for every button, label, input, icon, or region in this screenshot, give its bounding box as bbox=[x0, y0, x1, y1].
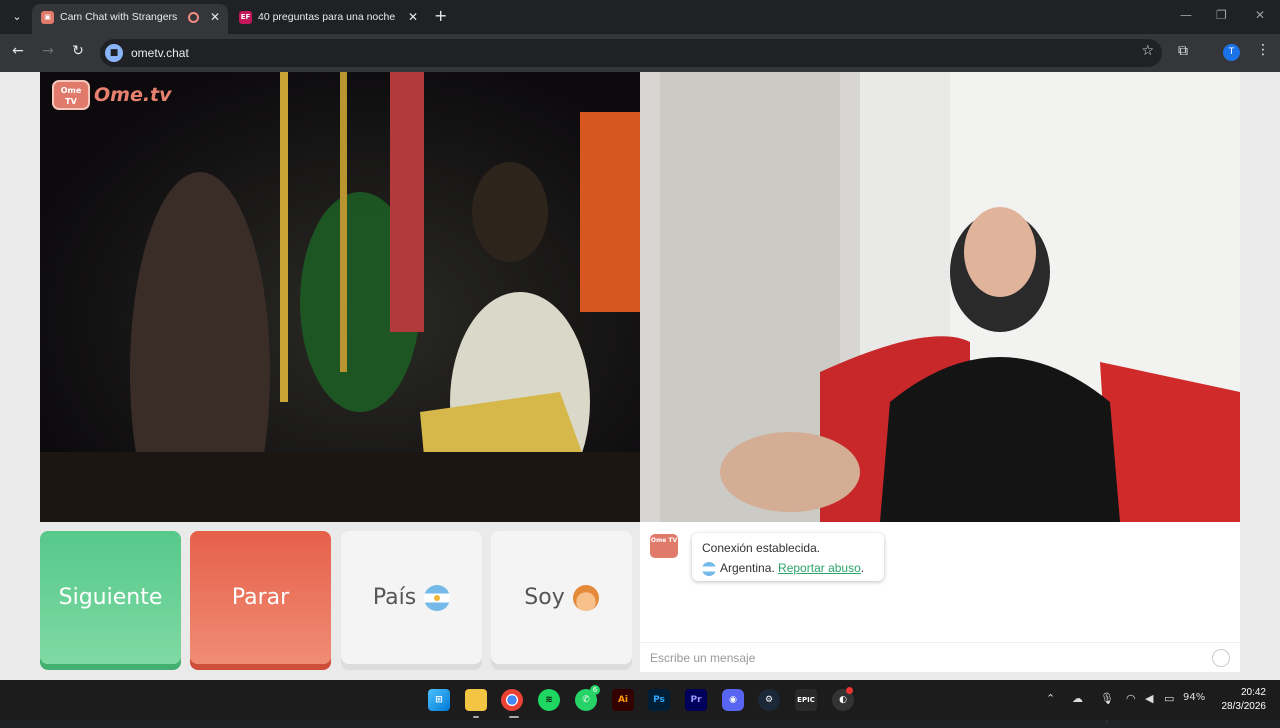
logo-badge: Ome TV bbox=[52, 80, 90, 110]
boy-emoji-icon bbox=[572, 585, 599, 611]
forward-icon[interactable]: → bbox=[38, 43, 58, 59]
maximize-icon[interactable]: ❐ bbox=[1216, 8, 1227, 22]
country-button[interactable]: País bbox=[341, 531, 482, 664]
clock-date: 28/3/2026 bbox=[1221, 701, 1267, 712]
argentina-flag-icon bbox=[702, 561, 716, 576]
close-window-icon[interactable]: ✕ bbox=[1255, 8, 1265, 22]
address-bar[interactable]: ■ ometv.chat ☆ bbox=[100, 39, 1162, 67]
tab-title: 40 preguntas para una noche d bbox=[258, 11, 398, 23]
logo-text: Ome.tv bbox=[94, 84, 172, 106]
cloud-icon[interactable]: ☁ bbox=[1072, 692, 1083, 705]
back-icon[interactable]: ← bbox=[8, 43, 28, 59]
illustrator-icon[interactable]: Ai bbox=[612, 689, 634, 711]
country-line: Argentina. Reportar abuso. bbox=[702, 558, 874, 578]
whatsapp-badge: 6 bbox=[590, 685, 600, 695]
photoshop-icon[interactable]: Ps bbox=[648, 689, 670, 711]
tray-overflow-icon[interactable]: ⌃ bbox=[1046, 692, 1055, 705]
stop-button[interactable]: Parar bbox=[190, 531, 331, 664]
battery-percent: 94% bbox=[1183, 692, 1206, 703]
next-button[interactable]: Siguiente bbox=[40, 531, 181, 664]
message-input[interactable]: Escribe un mensaje bbox=[650, 643, 755, 673]
spotify-icon[interactable]: ≋ bbox=[538, 689, 560, 711]
menu-icon[interactable]: ⋮ bbox=[1256, 42, 1270, 58]
tab-preguntas[interactable]: EF 40 preguntas para una noche d ✕ bbox=[230, 4, 426, 34]
close-tab-icon[interactable]: ✕ bbox=[210, 4, 220, 30]
report-suffix: . bbox=[860, 561, 865, 575]
steam-icon[interactable]: ⚙ bbox=[758, 689, 780, 711]
chat-panel: Ome TV Conexión establecida. Argentina. … bbox=[640, 522, 1240, 672]
windows-start-icon[interactable]: ⊞ bbox=[428, 689, 450, 711]
message-input-bar[interactable]: Escribe un mensaje bbox=[640, 642, 1240, 672]
ometv-logo: Ome TV Ome.tv bbox=[52, 80, 172, 110]
gender-button[interactable]: Soy bbox=[491, 531, 632, 664]
system-clock[interactable]: 20:42 28/3/2026 bbox=[1210, 686, 1267, 714]
tab-search-icon[interactable]: ⌄ bbox=[6, 8, 28, 26]
microphone-icon[interactable]: 🎙 bbox=[1100, 692, 1114, 705]
wifi-icon[interactable]: ◠ bbox=[1126, 692, 1136, 705]
emoji-picker-icon[interactable] bbox=[1212, 649, 1230, 667]
obs-recording-dot bbox=[846, 687, 853, 694]
country-label: País bbox=[372, 585, 417, 610]
stranger-video: Ome TV Ome.tv bbox=[40, 72, 640, 522]
minimize-icon[interactable]: — bbox=[1180, 8, 1192, 22]
tab-ometv[interactable]: ▣ Cam Chat with Strangers on ✕ bbox=[32, 4, 228, 34]
profile-avatar[interactable]: T bbox=[1223, 44, 1240, 61]
new-tab-icon[interactable]: + bbox=[434, 6, 447, 25]
report-abuse-link[interactable]: Reportar abuso bbox=[778, 561, 861, 575]
url-text[interactable]: ometv.chat bbox=[131, 39, 189, 67]
extensions-icon[interactable]: ⧉ bbox=[1178, 43, 1188, 59]
chrome-icon[interactable] bbox=[501, 689, 523, 711]
bookmark-star-icon[interactable]: ☆ bbox=[1141, 43, 1154, 59]
ometv-favicon-icon: ▣ bbox=[41, 11, 54, 24]
tab-title: Cam Chat with Strangers on bbox=[60, 11, 180, 23]
browser-toolbar: ← → ↻ ■ ometv.chat ☆ ⧉ T ⋮ bbox=[0, 34, 1280, 72]
file-explorer-icon[interactable] bbox=[465, 689, 487, 711]
windows-taskbar: ⊞ ≋ ✆ 6 Ai Ps Pr ◉ ⚙ EPIC ◐ ⌃ ☁ 🎙 ◠ ◀ ▭ … bbox=[0, 680, 1280, 720]
clock-time: 20:42 bbox=[1240, 687, 1266, 698]
discord-icon[interactable]: ◉ bbox=[722, 689, 744, 711]
self-video bbox=[640, 72, 1240, 522]
ef-favicon-icon: EF bbox=[239, 11, 252, 24]
epic-games-icon[interactable]: EPIC bbox=[795, 689, 817, 711]
recording-icon bbox=[188, 12, 199, 23]
system-message: Conexión establecida. Argentina. Reporta… bbox=[692, 533, 884, 581]
tab-strip: ⌄ ▣ Cam Chat with Strangers on ✕ EF 40 p… bbox=[0, 0, 1280, 34]
connection-status: Conexión establecida. bbox=[702, 541, 821, 555]
close-tab-icon[interactable]: ✕ bbox=[408, 4, 418, 30]
stranger-video-frame bbox=[40, 72, 640, 522]
argentina-flag-icon bbox=[424, 585, 451, 611]
volume-icon[interactable]: ◀ bbox=[1145, 692, 1153, 705]
gender-label: Soy bbox=[524, 585, 565, 610]
self-video-frame bbox=[640, 72, 1240, 522]
battery-icon[interactable]: ▭ bbox=[1164, 692, 1174, 705]
reload-icon[interactable]: ↻ bbox=[68, 43, 88, 59]
ometv-chat-avatar: Ome TV bbox=[650, 534, 678, 558]
ometv-page: Ome TV Ome.tv Siguiente Parar País Soy O… bbox=[0, 72, 1280, 728]
country-name: Argentina. bbox=[720, 561, 775, 575]
premiere-icon[interactable]: Pr bbox=[685, 689, 707, 711]
camera-site-icon[interactable]: ■ bbox=[105, 44, 123, 62]
